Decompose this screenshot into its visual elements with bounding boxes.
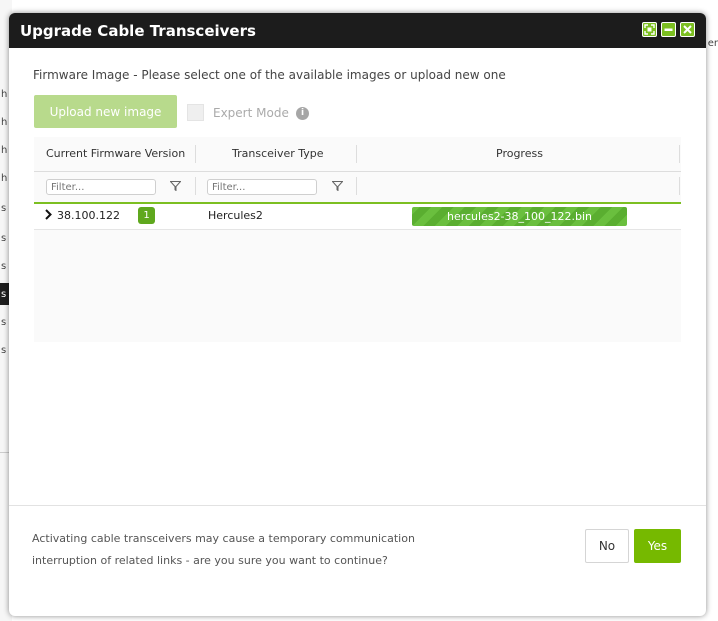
background-text: s	[1, 317, 7, 328]
progress-bar: hercules2-38_100_122.bin	[412, 207, 627, 226]
column-separator	[195, 145, 196, 163]
transceiver-type-filter-input[interactable]	[207, 179, 317, 195]
chevron-right-icon[interactable]	[45, 209, 52, 220]
confirmation-message-line: Activating cable transceivers may cause …	[32, 532, 415, 545]
firmware-version-filter-input[interactable]	[46, 179, 156, 195]
background-text: s	[1, 233, 7, 244]
column-separator	[679, 145, 680, 163]
background-text: s	[1, 289, 7, 300]
firmware-version-cell: 38.100.122	[57, 209, 120, 222]
transceiver-type-cell: Hercules2	[208, 209, 263, 222]
expand-icon[interactable]	[642, 22, 657, 37]
footer-divider	[9, 505, 706, 506]
column-separator	[356, 145, 357, 163]
filter-icon[interactable]	[170, 181, 181, 191]
table-row[interactable]: 38.100.122 1 Hercules2 hercules2-38_100_…	[34, 204, 681, 230]
yes-button[interactable]: Yes	[634, 529, 681, 563]
confirmation-message: Activating cable transceivers may cause …	[32, 528, 422, 572]
close-icon[interactable]	[680, 22, 695, 37]
upgrade-dialog: Upgrade Cable Transceivers Firmware Imag…	[9, 13, 706, 616]
header-divider	[34, 171, 681, 172]
column-header-progress[interactable]: Progress	[496, 147, 543, 160]
minimize-icon[interactable]	[661, 22, 676, 37]
filter-icon[interactable]	[332, 181, 343, 191]
background-text: s	[1, 345, 7, 356]
column-separator	[356, 177, 357, 195]
column-header-transceiver-type[interactable]: Transceiver Type	[232, 147, 324, 160]
column-separator	[195, 177, 196, 195]
background-text: h	[1, 173, 8, 184]
background-text: h	[1, 145, 8, 156]
background-text: s	[1, 261, 7, 272]
no-button[interactable]: No	[585, 529, 629, 563]
expert-mode-checkbox[interactable]	[187, 104, 204, 121]
dialog-title: Upgrade Cable Transceivers	[20, 22, 256, 40]
upload-new-image-button[interactable]: Upload new image	[34, 95, 177, 128]
column-separator	[679, 177, 680, 195]
progress-file-name: hercules2-38_100_122.bin	[446, 210, 593, 223]
info-icon[interactable]: i	[296, 107, 309, 120]
background-text: h	[1, 89, 8, 100]
dialog-titlebar[interactable]: Upgrade Cable Transceivers	[9, 13, 706, 48]
firmware-image-instructions: Firmware Image - Please select one of th…	[33, 68, 506, 82]
background-text: h	[1, 117, 8, 128]
expert-mode-label: Expert Mode	[213, 106, 289, 120]
confirmation-message-line: interruption of related links - are you …	[32, 554, 388, 567]
transceiver-table: Current Firmware Version Transceiver Typ…	[34, 137, 681, 342]
background-text: er	[707, 38, 718, 49]
background-text: s	[1, 203, 7, 214]
version-count-badge: 1	[138, 207, 155, 224]
column-header-firmware-version[interactable]: Current Firmware Version	[46, 147, 185, 160]
